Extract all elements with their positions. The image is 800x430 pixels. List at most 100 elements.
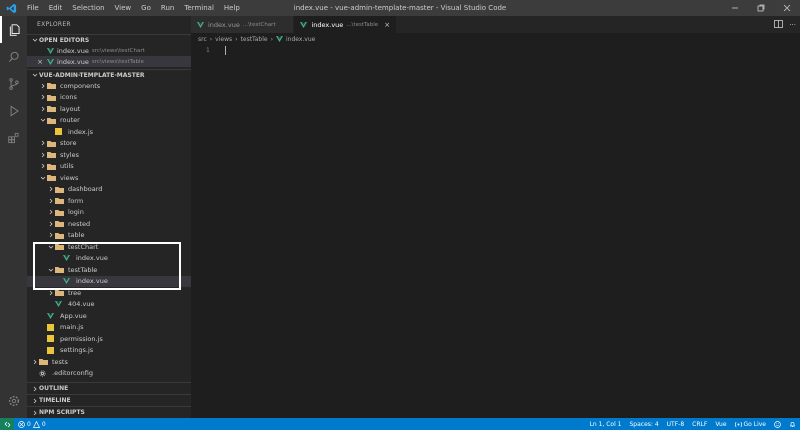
tab-testtable-index[interactable]: index.vue ...\testTable × — [294, 16, 398, 33]
run-debug-icon — [10, 105, 19, 116]
open-editor-path: src\views\testChart — [91, 47, 145, 54]
js-file-icon — [55, 128, 65, 136]
tree-folder-styles[interactable]: styles — [27, 149, 191, 161]
encoding[interactable]: UTF-8 — [663, 421, 689, 428]
error-count: 0 — [27, 420, 31, 428]
folder-open-icon — [55, 243, 65, 251]
chevron-right-icon: › — [270, 35, 273, 43]
tree-file[interactable]: index.vue — [27, 253, 191, 265]
run-debug-button[interactable] — [0, 97, 27, 124]
menu-go[interactable]: Go — [136, 0, 156, 16]
timeline-header[interactable]: TIMELINE — [27, 394, 191, 406]
tree-folder-tests[interactable]: tests — [27, 356, 191, 368]
open-editor-item-active[interactable]: × index.vue src\views\testTable — [27, 56, 191, 67]
folder-icon — [55, 220, 65, 228]
extensions-button[interactable] — [0, 124, 27, 151]
tree-folder-views[interactable]: views — [27, 172, 191, 184]
tree-folder-form[interactable]: form — [27, 195, 191, 207]
tree-folder-nested[interactable]: nested — [27, 218, 191, 230]
tree-folder-login[interactable]: login — [27, 207, 191, 219]
window-controls — [722, 0, 800, 16]
close-icon[interactable]: × — [384, 21, 390, 29]
search-button[interactable] — [0, 43, 27, 70]
chevron-right-icon — [46, 186, 55, 192]
tree-file[interactable]: .editorconfig — [27, 368, 191, 380]
tree-item-label: .editorconfig — [52, 369, 93, 378]
chevron-right-icon — [30, 410, 39, 416]
go-live-button[interactable]: Go Live — [731, 421, 770, 428]
breadcrumb-testtable[interactable]: testTable — [241, 36, 268, 43]
close-window-button[interactable] — [774, 0, 800, 16]
tree-item-label: tree — [68, 288, 82, 297]
chevron-right-icon: › — [209, 35, 213, 43]
manage-button[interactable] — [0, 387, 27, 414]
tree-folder-layout[interactable]: layout — [27, 103, 191, 115]
cursor-position[interactable]: Ln 1, Col 1 — [586, 421, 626, 428]
chevron-down-icon — [38, 117, 47, 123]
source-control-button[interactable] — [0, 70, 27, 97]
tree-folder-tree[interactable]: tree — [27, 287, 191, 299]
tree-folder-components[interactable]: components — [27, 80, 191, 92]
tree-folder-table[interactable]: table — [27, 230, 191, 242]
more-actions-icon[interactable]: ··· — [789, 21, 796, 29]
remote-button[interactable] — [0, 418, 14, 430]
open-editors-header[interactable]: OPEN EDITORS — [27, 34, 191, 45]
tree-file[interactable]: index.js — [27, 126, 191, 138]
breadcrumb-src[interactable]: src — [198, 36, 207, 43]
tree-file[interactable]: main.js — [27, 322, 191, 334]
menu-selection[interactable]: Selection — [67, 0, 109, 16]
open-editor-name: index.vue — [57, 57, 89, 66]
menu-run[interactable]: Run — [156, 0, 179, 16]
end-of-line[interactable]: CRLF — [688, 421, 711, 428]
menu-file[interactable]: File — [22, 0, 44, 16]
tree-item-label: dashboard — [68, 185, 103, 194]
folder-icon — [39, 358, 49, 366]
language-mode[interactable]: Vue — [711, 421, 730, 428]
open-editor-item[interactable]: index.vue src\views\testChart — [27, 45, 191, 56]
breadcrumb-views[interactable]: views — [215, 36, 232, 43]
tree-file[interactable]: permission.js — [27, 333, 191, 345]
project-header[interactable]: VUE-ADMIN-TEMPLATE-MASTER — [27, 69, 191, 80]
code-editor[interactable]: 1 — [191, 45, 800, 418]
menu-terminal[interactable]: Terminal — [179, 0, 219, 16]
menu-edit[interactable]: Edit — [44, 0, 68, 16]
breadcrumb: src › views › testTable › index.vue — [191, 33, 800, 45]
outline-header[interactable]: OUTLINE — [27, 382, 191, 394]
tree-file[interactable]: 404.vue — [27, 299, 191, 311]
tree-file[interactable]: App.vue — [27, 310, 191, 322]
split-editor-icon[interactable] — [774, 19, 784, 30]
tree-item-label: form — [68, 196, 84, 205]
tree-folder-utils[interactable]: utils — [27, 161, 191, 173]
feedback-button[interactable] — [770, 420, 785, 428]
tree-item-label: components — [60, 81, 101, 90]
tab-testchart-index[interactable]: index.vue ...\testChart × — [191, 16, 295, 33]
restore-icon — [757, 4, 765, 12]
status-bar: 0 0 Ln 1, Col 1 Spaces: 4 UTF-8 CRLF Vue… — [0, 418, 800, 430]
menu-help[interactable]: Help — [219, 0, 245, 16]
minimize-button[interactable] — [722, 0, 748, 16]
breadcrumb-file[interactable]: index.vue — [286, 36, 315, 43]
notifications-button[interactable] — [785, 421, 800, 428]
maximize-button[interactable] — [748, 0, 774, 16]
line-number: 1 — [206, 47, 210, 54]
indentation[interactable]: Spaces: 4 — [626, 421, 663, 428]
tree-folder-router[interactable]: router — [27, 115, 191, 127]
close-icon[interactable]: × — [36, 58, 44, 66]
chevron-right-icon — [30, 359, 39, 365]
npm-scripts-header[interactable]: NPM SCRIPTS — [27, 406, 191, 418]
tree-folder-icons[interactable]: icons — [27, 92, 191, 104]
tree-folder-dashboard[interactable]: dashboard — [27, 184, 191, 196]
js-file-icon — [47, 335, 57, 343]
tree-file[interactable]: index.vue — [27, 275, 191, 287]
problems-button[interactable]: 0 0 — [14, 420, 50, 428]
tree-folder-testtable[interactable]: testTable — [27, 264, 191, 276]
gear-icon — [8, 395, 19, 406]
menu-view[interactable]: View — [110, 0, 137, 16]
explorer-button[interactable] — [0, 16, 27, 43]
tree-file[interactable]: settings.js — [27, 345, 191, 357]
folder-icon — [47, 105, 57, 113]
tree-folder-testchart[interactable]: testChart — [27, 241, 191, 253]
tree-folder-store[interactable]: store — [27, 138, 191, 150]
folder-icon — [47, 140, 57, 147]
close-icon — [783, 4, 791, 12]
